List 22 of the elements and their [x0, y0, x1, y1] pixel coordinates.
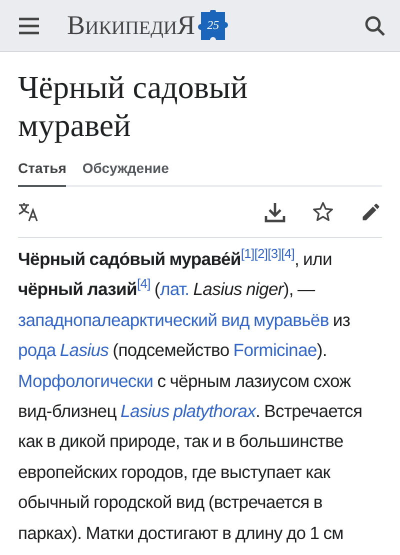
article-title: Чёрный садовый муравей: [18, 68, 249, 144]
article-link[interactable]: рода Lasius: [18, 340, 109, 360]
reference-link[interactable]: [2]: [254, 246, 268, 262]
tab[interactable]: Статья: [18, 156, 66, 187]
edit-icon[interactable]: [360, 201, 382, 223]
article-link[interactable]: западнопалеарктический вид муравьёв: [18, 310, 329, 330]
star-icon[interactable]: [312, 201, 334, 223]
reference-link[interactable]: [1]: [240, 246, 254, 262]
puzzle-badge: 25: [197, 10, 230, 42]
menu-icon[interactable]: [18, 16, 40, 34]
reference-link[interactable]: [4]: [281, 246, 294, 262]
reference-link[interactable]: [4]: [136, 276, 150, 292]
article-link[interactable]: Formicinae: [233, 340, 317, 360]
wikipedia-logo[interactable]: ВикипедиЯ: [67, 10, 196, 41]
article-link[interactable]: Морфологически: [18, 370, 154, 391]
article-link[interactable]: лат.: [160, 279, 190, 300]
translate-icon[interactable]: [18, 202, 40, 222]
download-icon[interactable]: [264, 201, 286, 223]
article-link[interactable]: Lasius platythorax: [120, 401, 256, 422]
tab[interactable]: Обсуждение: [82, 156, 169, 187]
reference-link[interactable]: [3]: [268, 246, 282, 262]
search-icon[interactable]: [364, 14, 386, 36]
